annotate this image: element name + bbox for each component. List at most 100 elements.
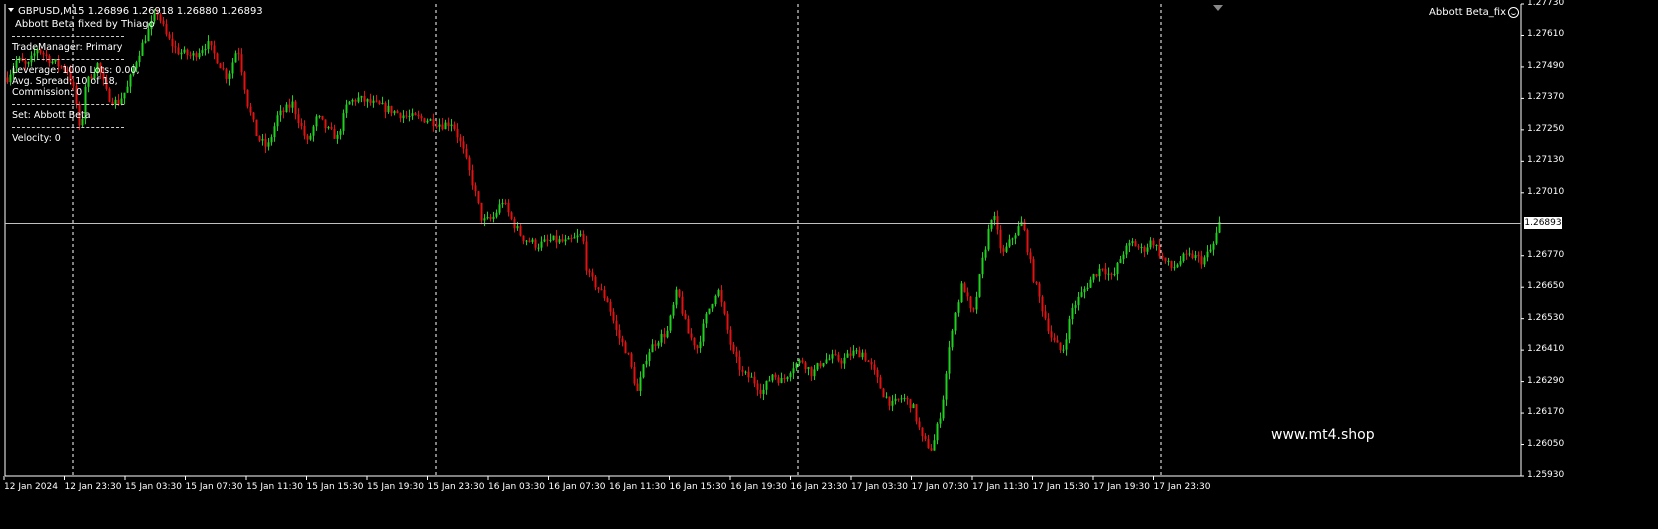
candle-body [1194,255,1197,258]
candle-body [825,359,828,364]
candle-body [324,119,327,129]
candle-body [180,52,183,55]
candle-body [423,118,426,123]
candle-body [927,439,930,449]
candle-body [810,367,813,377]
collapse-arrow-icon[interactable] [8,8,14,12]
candle-body [732,344,735,352]
candle-body [129,74,132,87]
candle-body [426,120,429,123]
candle-body [459,137,462,142]
candle-body [174,46,177,48]
candle-body [921,427,924,437]
candle-body [417,115,420,117]
price-tick-label: 1.27370 [1527,92,1565,103]
candle-body [612,311,615,321]
candle-body [33,53,36,56]
candle-body [1044,311,1047,319]
candle-body [345,104,348,114]
candle-body [537,247,540,249]
watermark-text: www.mt4.shop [1271,427,1375,443]
candle-body [492,216,495,219]
candle-body [786,377,789,379]
candle-body [387,105,390,113]
candle-body [456,128,459,138]
candle-body [1140,246,1143,248]
candle-body [567,237,570,240]
candle-body [462,141,465,149]
candle-body [1092,274,1095,280]
candle-body [1089,279,1092,288]
candle-body [624,342,627,354]
candle-body [720,290,723,303]
candle-body [648,352,651,361]
candle-body [309,135,312,140]
candle-body [420,116,423,119]
candle-body [669,315,672,331]
candle-body [171,38,174,47]
candle-body [264,139,267,147]
time-tick-label: 17 Jan 23:30 [1153,482,1211,492]
candle-body [717,290,720,296]
set-text: Set: Abbott Beta [12,110,91,121]
candle-body [831,354,834,359]
candle-body [414,113,417,116]
time-tick-label: 16 Jan 11:30 [609,482,666,492]
candle-body [1161,256,1164,258]
candle-body [693,337,696,346]
candle-body [429,119,432,121]
time-tick-label: 15 Jan 15:30 [306,482,364,492]
candle-body [903,398,906,400]
candle-body [1149,240,1152,248]
candle-body [837,354,840,361]
candle-body [708,308,711,314]
candle-body [765,380,768,390]
candle-body [333,128,336,139]
candle-body [393,111,396,114]
time-tick-label: 17 Jan 19:30 [1093,482,1150,492]
candle-body [909,399,912,409]
candle-body [999,229,1002,249]
candle-body [1101,268,1104,270]
candle-body [555,235,558,243]
candle-body [285,104,288,113]
candle-body [177,47,180,55]
candle-body [315,116,318,127]
candle-body [558,239,561,243]
candle-body [1017,226,1020,236]
price-tick-label: 1.26650 [1527,281,1565,292]
candle-body [507,202,510,213]
candle-body [576,235,579,238]
velocity-text: Velocity: 0 [12,133,61,144]
candle-body [969,296,972,309]
chart-shift-marker-icon[interactable] [1213,5,1223,11]
candle-body [168,34,171,39]
candle-body [1104,268,1107,275]
candle-body [1074,305,1077,308]
candle-body [300,123,303,127]
candle-body [687,318,690,334]
candle-body [915,404,918,422]
candle-body [447,122,450,127]
candle-body [639,377,642,391]
candle-body [990,219,993,229]
candle-body [1158,245,1161,257]
candle-body [771,374,774,381]
candle-body [633,366,636,384]
candle-body [471,170,474,186]
candle-body [1164,257,1167,261]
candle-body [1116,262,1119,274]
candle-body [723,302,726,314]
candle-body [885,396,888,398]
candle-body [237,53,240,55]
candlestick-chart[interactable] [0,0,1658,529]
candle-body [756,383,759,390]
time-tick-label: 17 Jan 15:30 [1032,482,1090,492]
candle-body [981,257,984,275]
candle-body [501,202,504,205]
candle-body [963,283,966,293]
candle-body [630,353,633,367]
candle-body [255,119,258,137]
candle-body [1137,246,1140,248]
candle-body [543,239,546,242]
